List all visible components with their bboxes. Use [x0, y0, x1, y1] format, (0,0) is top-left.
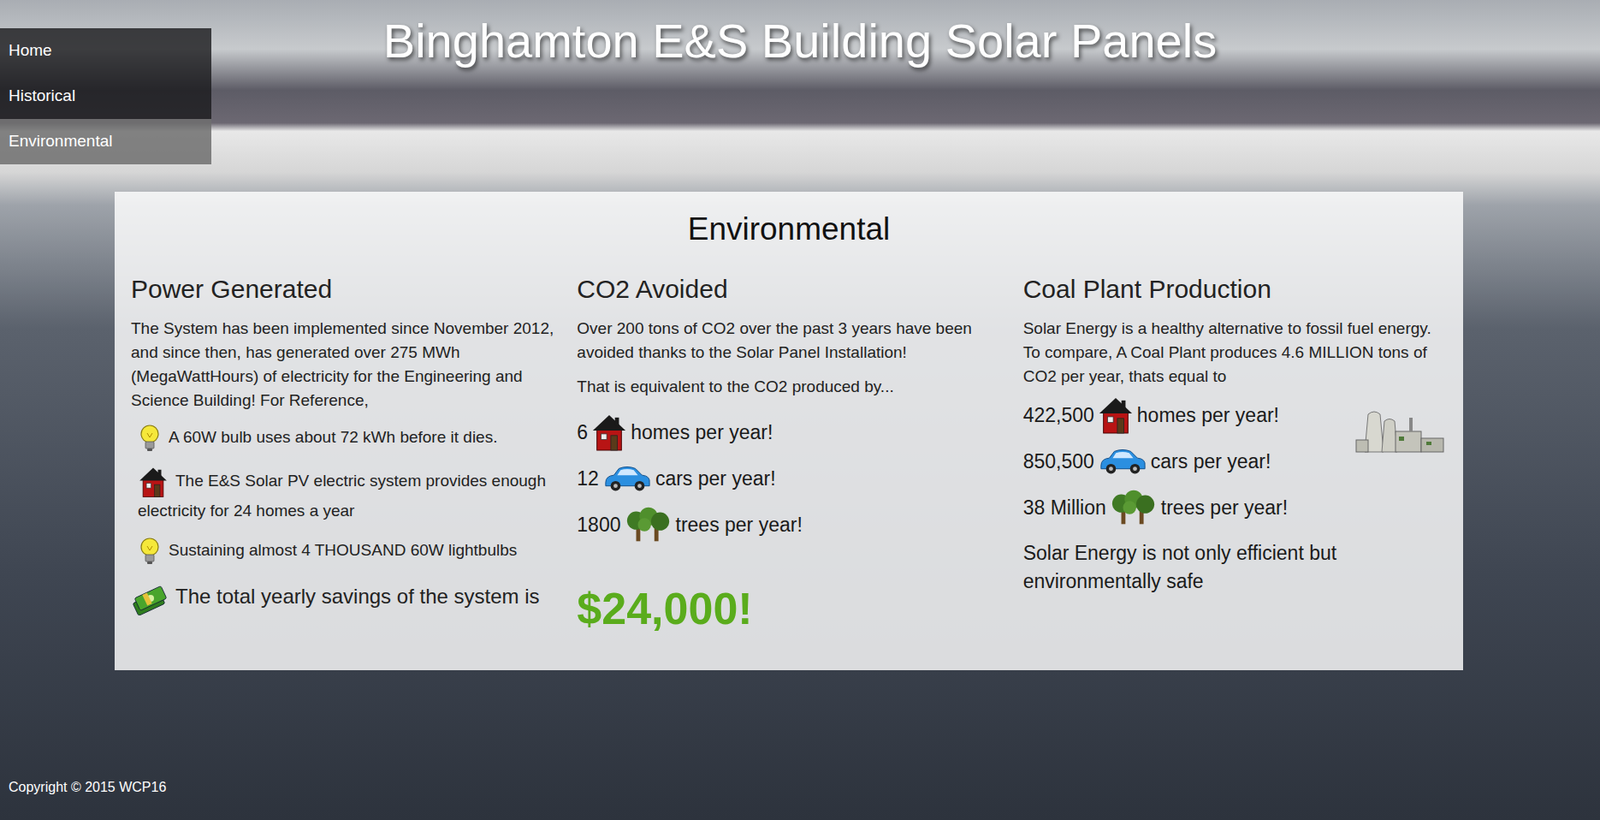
power-column: Power Generated The System has been imple… [130, 273, 555, 635]
nav-item[interactable]: Historical [0, 73, 212, 119]
co2-column: CO2 Avoided Over 200 tons of CO2 over the… [576, 273, 1001, 635]
co2-paragraph: That is equivalent to the CO2 produced b… [576, 374, 1001, 399]
nav-item[interactable]: Home [0, 28, 212, 74]
content-panel: Environmental Power Generated The System h… [114, 191, 1464, 670]
savings-amount: $24,000! [576, 581, 1001, 635]
lightbulb-icon [137, 535, 162, 567]
lightbulb-icon [137, 422, 162, 454]
page: HomeHistoricalEnvironmentalBinghamton E&… [0, 0, 1600, 820]
stat-row: 1800 trees per year! [576, 501, 1001, 548]
stat-count: 38 Million [1023, 492, 1107, 523]
stat-label: trees per year! [1161, 492, 1288, 523]
site-title: Binghamton E&S Building Solar Panels [211, 0, 1389, 165]
coal-closing: Solar Energy is not only efficient but e… [1023, 539, 1447, 596]
stat-row: 6 homes per year! [576, 408, 1001, 456]
car-icon [602, 463, 652, 493]
stat-count: 1800 [576, 509, 621, 540]
stat-label: homes per year! [1137, 400, 1280, 431]
tree-icon [624, 505, 673, 544]
car-icon [1097, 446, 1148, 476]
tree-icon [1109, 488, 1158, 527]
coal-plant-icon [1352, 402, 1447, 454]
stat-label: homes per year! [630, 417, 773, 448]
house-icon [1097, 394, 1134, 436]
coal-column: Coal Plant Production Solar Energy is a h… [1023, 273, 1447, 635]
house-icon [137, 465, 169, 498]
reference-item: The E&S Solar PV electric system provide… [130, 465, 555, 524]
column-heading: Power Generated [130, 273, 555, 305]
header: HomeHistoricalEnvironmentalBinghamton E&… [0, 0, 1600, 165]
stat-label: cars per year! [655, 463, 777, 494]
reference-item: A 60W bulb uses about 72 kWh before it d… [130, 422, 555, 454]
column-heading: Coal Plant Production [1023, 273, 1447, 305]
coal-intro: Solar Energy is a healthy alternative to… [1023, 316, 1447, 389]
money-icon [130, 580, 169, 616]
stat-row: 38 Million trees per year! [1023, 484, 1288, 531]
footer: Copyright © 2015 WCP16 [0, 776, 1600, 820]
reference-item: Sustaining almost 4 THOUSAND 60W lightbu… [130, 535, 555, 567]
reference-item: The total yearly savings of the system i… [130, 578, 555, 616]
house-icon [591, 411, 628, 453]
nav-item[interactable]: Environmental [0, 118, 212, 165]
stat-count: 6 [576, 417, 588, 448]
nav-menu: HomeHistoricalEnvironmental [0, 28, 212, 165]
stat-row: 12 cars per year! [576, 455, 1001, 502]
stat-row: 850,500 cars per year! [1023, 438, 1288, 485]
stat-count: 12 [576, 463, 599, 494]
stat-row: 422,500 homes per year! [1023, 391, 1288, 439]
panel-heading: Environmental [130, 210, 1447, 249]
power-intro: The System has been implemented since No… [130, 316, 555, 413]
stat-count: 422,500 [1023, 400, 1095, 431]
co2-paragraph: Over 200 tons of CO2 over the past 3 yea… [576, 316, 1001, 365]
column-heading: CO2 Avoided [576, 273, 1001, 305]
stat-label: trees per year! [675, 509, 803, 540]
stat-count: 850,500 [1023, 446, 1095, 477]
stat-label: cars per year! [1150, 446, 1272, 477]
